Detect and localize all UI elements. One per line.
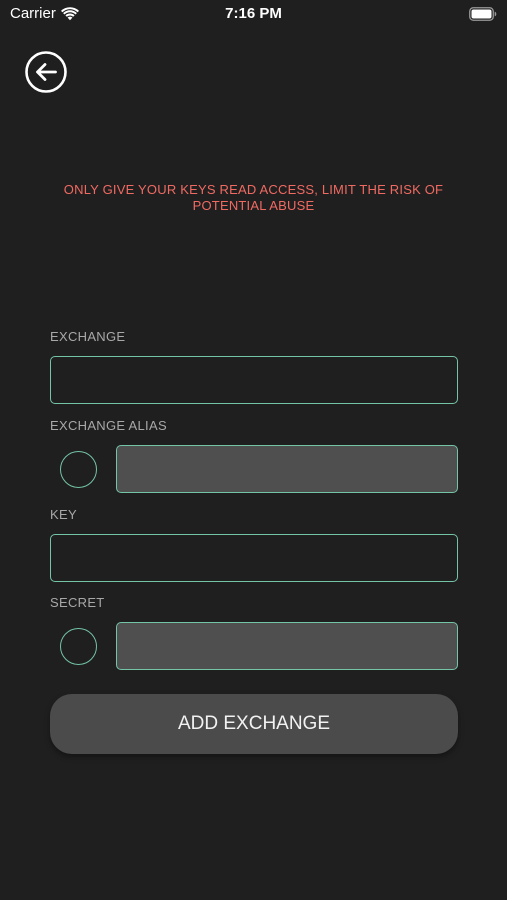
exchange-alias-toggle[interactable] [60,451,97,488]
status-bar: Carrier 7:16 PM [0,0,507,28]
secret-input[interactable] [116,622,458,670]
exchange-alias-label: EXCHANGE ALIAS [50,418,167,433]
read-access-warning: ONLY GIVE YOUR KEYS READ ACCESS, LIMIT T… [63,182,444,213]
add-exchange-button[interactable]: ADD EXCHANGE [50,694,458,754]
battery-icon [469,7,497,21]
key-input[interactable] [50,534,458,582]
exchange-alias-input[interactable] [116,445,458,493]
back-arrow-icon[interactable] [25,51,67,93]
key-label: KEY [50,507,77,522]
exchange-input[interactable] [50,356,458,404]
exchange-label: EXCHANGE [50,329,126,344]
status-time: 7:16 PM [225,5,282,22]
secret-label: SECRET [50,595,105,610]
add-exchange-screen: Carrier 7:16 PM ONLY GIVE YOUR KEYS READ… [0,0,507,900]
add-exchange-button-label: ADD EXCHANGE [177,713,331,734]
secret-toggle[interactable] [60,628,97,665]
